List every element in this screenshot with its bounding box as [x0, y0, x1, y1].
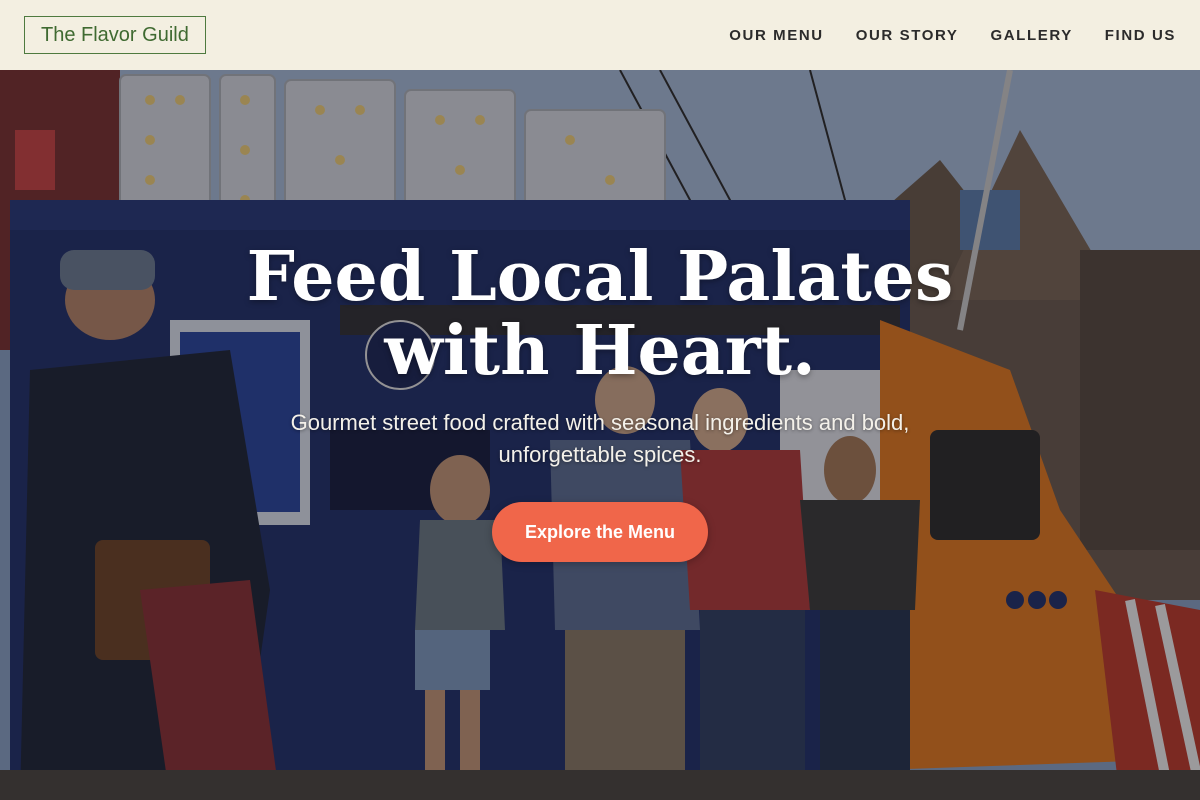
- nav-item-find-us[interactable]: FIND US: [1105, 27, 1176, 44]
- site-header: The Flavor Guild OUR MENU OUR STORY GALL…: [0, 0, 1200, 70]
- hero-subtitle: Gourmet street food crafted with seasona…: [290, 410, 910, 467]
- nav-item-gallery[interactable]: GALLERY: [990, 27, 1072, 44]
- brand-logo-link[interactable]: The Flavor Guild: [24, 16, 206, 54]
- nav-item-our-story[interactable]: OUR STORY: [856, 27, 959, 44]
- nav-item-our-menu[interactable]: OUR MENU: [729, 27, 823, 44]
- hero-section: Feed Local Palates with Heart. Gourmet s…: [0, 70, 1200, 800]
- hero-title: Feed Local Palates with Heart.: [246, 237, 954, 391]
- main-nav: OUR MENU OUR STORY GALLERY FIND US: [729, 27, 1176, 44]
- explore-menu-button[interactable]: Explore the Menu: [492, 502, 708, 562]
